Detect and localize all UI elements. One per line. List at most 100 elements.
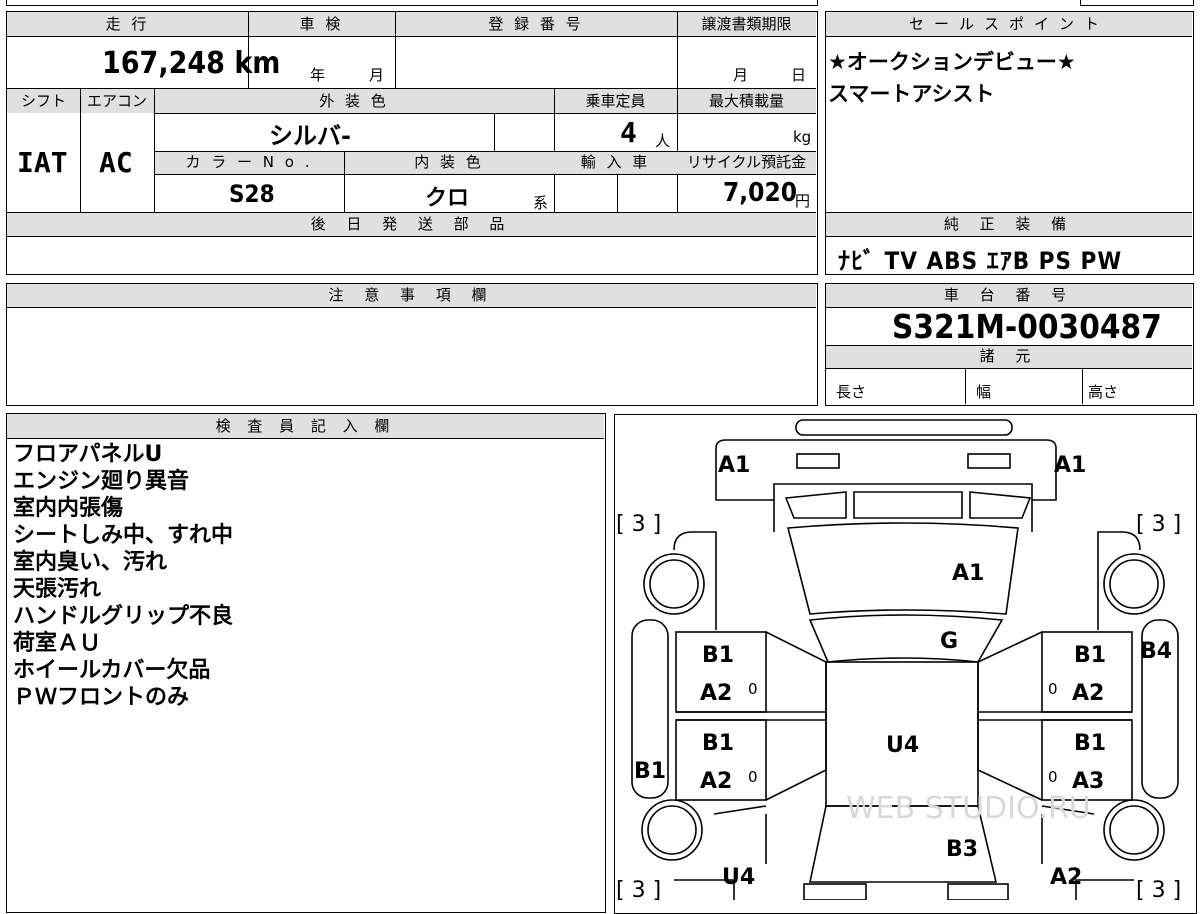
registration-label: 登 録 番 号 xyxy=(488,15,584,33)
front-bumper-shape xyxy=(795,419,1013,436)
front-grille-right xyxy=(969,491,1032,519)
mileage-label: 走 行 xyxy=(105,15,150,33)
color-no-label: カ ラ ー N o . xyxy=(185,153,313,171)
inspector-note: 室内臭い、汚れ xyxy=(13,550,168,575)
sales-point-1: ★オークションデビュー★ xyxy=(828,50,1076,74)
inspector-label: 検 査 員 記 入 欄 xyxy=(215,417,396,435)
damage-rear-glass: B3 xyxy=(946,837,978,862)
inspector-note: 室内内張傷 xyxy=(13,496,124,521)
inspector-note: ハンドルグリップ不良 xyxy=(13,604,234,629)
damage-left-rear-door-top: B1 xyxy=(702,731,734,756)
damage-right-front-door-bottom: A2 xyxy=(1072,681,1104,706)
transfer-month: 月 xyxy=(733,66,749,84)
damage-hood: G xyxy=(940,629,958,654)
zero-mark: 0 xyxy=(748,768,758,786)
shift-value: IAT xyxy=(17,146,68,179)
zero-mark: 0 xyxy=(1048,768,1058,786)
damage-rear-right: A2 xyxy=(1050,865,1082,890)
front-body-outline xyxy=(715,439,1057,501)
spec-table: 走 行 車 検 登 録 番 号 譲渡書類期限 167,248 km 年 月 月 … xyxy=(6,11,818,275)
color-no-value: S28 xyxy=(229,180,275,208)
sales-points-label: セールスポイント xyxy=(908,15,1109,33)
caution-label: 注 意 事 項 欄 xyxy=(328,286,495,304)
tire-rear-right-inner xyxy=(1109,805,1159,855)
recycle-value: 7,020 xyxy=(723,178,797,208)
interior-color-suffix: 系 xyxy=(533,194,549,212)
specs-label: 諸 元 xyxy=(979,347,1039,365)
equipment-label: 純 正 装 備 xyxy=(943,215,1075,233)
import-label: 輸 入 車 xyxy=(580,153,651,171)
rear-bumper-shape xyxy=(803,883,867,900)
equipment-value: ﾅﾋﾞ TV ABS ｴｱB PS PW xyxy=(838,247,1123,275)
interior-color-value: クロ xyxy=(425,186,470,211)
inspector-note: フロアパネルU xyxy=(13,442,163,467)
tire-front-right xyxy=(1103,553,1165,615)
sales-point-2: スマートアシスト xyxy=(828,82,995,106)
tire-rear-right xyxy=(1103,799,1165,861)
damage-right-front-door-top: B1 xyxy=(1074,643,1106,668)
inspector-note: 荷室ＡＵ xyxy=(13,631,102,656)
damage-left-front-door-top: B1 xyxy=(702,643,734,668)
top-strip xyxy=(6,0,818,6)
inspector-note: ＰＷフロントのみ xyxy=(13,685,190,710)
tire-mark-front-right: [ 3 ] xyxy=(1136,512,1181,537)
sales-points-box: セールスポイント ★オークションデビュー★ スマートアシスト 純 正 装 備 ﾅ… xyxy=(825,11,1194,275)
recycle-unit: 円 xyxy=(795,192,811,210)
spec-width: 幅 xyxy=(976,383,992,401)
damage-right-rear-door-top: B1 xyxy=(1074,731,1106,756)
inspector-note: 天張汚れ xyxy=(13,577,102,602)
tire-front-left xyxy=(643,553,705,615)
damage-right-rear-door-bottom: A3 xyxy=(1072,769,1104,794)
shift-label: シフト xyxy=(20,92,66,110)
max-load-unit: kg xyxy=(793,128,812,146)
transfer-deadline-label: 譲渡書類期限 xyxy=(701,15,792,33)
shaken-month: 月 xyxy=(369,66,385,84)
damage-front-left: A1 xyxy=(718,453,750,478)
inspector-note: シートしみ中、すれ中 xyxy=(13,523,234,548)
chassis-label: 車 台 番 号 xyxy=(943,286,1075,304)
ac-value: AC xyxy=(99,146,133,179)
capacity-label: 乗車定員 xyxy=(585,92,646,110)
chassis-number: S321M-0030487 xyxy=(892,307,1162,346)
vehicle-diagram: WEB STUDIO.RU [ 3 ] [ 3 ] [ 3 ] [ 3 ] A1… xyxy=(616,419,1181,900)
interior-color-label: 内 装 色 xyxy=(414,153,484,171)
transfer-day: 日 xyxy=(791,66,807,84)
tire-front-right-inner xyxy=(1109,559,1159,609)
exterior-color-label: 外 装 色 xyxy=(319,92,389,110)
front-grille-center xyxy=(853,491,963,519)
tire-mark-rear-left: [ 3 ] xyxy=(616,878,661,900)
mileage-value: 167,248 km xyxy=(102,46,281,81)
inspector-box: 検 査 員 記 入 欄 フロアパネルU エンジン廻り異音 室内内張傷 シートしみ… xyxy=(6,413,606,913)
damage-left-side: B1 xyxy=(634,759,666,784)
damage-windshield: A1 xyxy=(952,561,984,586)
damage-rear-left: U4 xyxy=(722,865,755,890)
front-grille-left xyxy=(784,491,847,519)
tire-front-left-inner xyxy=(649,559,699,609)
hood-shape xyxy=(808,614,1004,663)
zero-mark: 0 xyxy=(748,680,758,698)
chassis-box: 車 台 番 号 S321M-0030487 諸 元 長さ 幅 高さ xyxy=(825,283,1194,406)
damage-roof: U4 xyxy=(886,733,919,758)
max-load-label: 最大積載量 xyxy=(708,92,784,110)
damage-left-rear-door-bottom: A2 xyxy=(700,769,732,794)
exterior-color-value: シルバ- xyxy=(269,122,351,150)
tire-mark-front-left: [ 3 ] xyxy=(616,512,661,537)
top-strip-right xyxy=(1080,0,1194,6)
damage-left-front-door-bottom: A2 xyxy=(700,681,732,706)
front-lamp-right xyxy=(967,453,1011,469)
tire-rear-left xyxy=(641,799,703,861)
front-lamp-left xyxy=(796,453,840,469)
spec-length: 長さ xyxy=(836,383,867,401)
inspector-note: エンジン廻り異音 xyxy=(13,469,190,494)
damage-front-right: A1 xyxy=(1054,453,1086,478)
capacity-unit: 人 xyxy=(655,132,671,150)
shaken-year: 年 xyxy=(310,66,326,84)
later-parts-label: 後 日 発 送 部 品 xyxy=(310,215,513,233)
ac-label: エアコン xyxy=(86,92,147,110)
spec-height: 高さ xyxy=(1088,383,1119,401)
tire-rear-left-inner xyxy=(647,805,697,855)
rear-plate-shape xyxy=(947,883,1009,900)
shaken-label: 車 検 xyxy=(299,15,344,33)
caution-box: 注 意 事 項 欄 xyxy=(6,283,818,406)
recycle-label: リサイクル預託金 xyxy=(686,153,807,171)
